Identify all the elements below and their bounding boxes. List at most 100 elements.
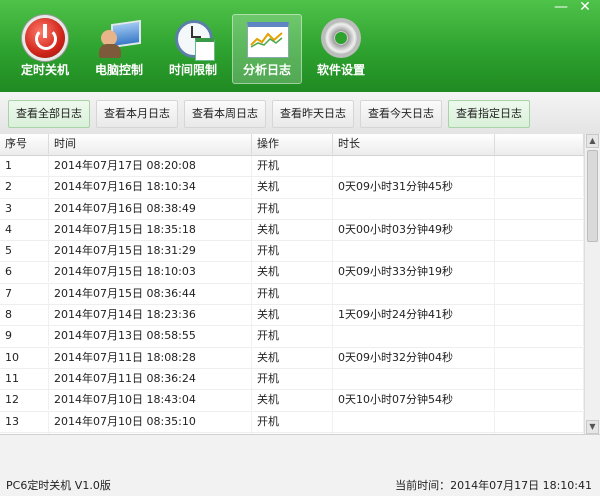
close-button[interactable]: ✕ bbox=[574, 0, 596, 17]
cell-index: 8 bbox=[0, 305, 49, 326]
table-row[interactable]: 3 2014年07月16日 08:38:49 开机 bbox=[0, 198, 584, 220]
status-bar: PC6定时关机 V1.0版 当前时间：2014年07月17日 18:10:41 bbox=[0, 434, 600, 496]
table-row[interactable]: 1 2014年07月17日 08:20:08 开机 bbox=[0, 156, 584, 178]
tab-week-logs[interactable]: 查看本周日志 bbox=[184, 100, 266, 128]
cell-time: 2014年07月10日 08:35:10 bbox=[49, 411, 252, 432]
table-row[interactable]: 10 2014年07月11日 18:08:28 关机 0天09小时32分钟04秒 bbox=[0, 347, 584, 369]
table-row[interactable]: 12 2014年07月10日 18:43:04 关机 0天10小时07分钟54秒 bbox=[0, 390, 584, 412]
cell-index: 13 bbox=[0, 411, 49, 432]
cell-index: 3 bbox=[0, 198, 49, 219]
cell-duration: 1天09小时24分钟41秒 bbox=[333, 305, 495, 326]
cell-time: 2014年07月11日 18:08:28 bbox=[49, 347, 252, 368]
scroll-down-icon[interactable]: ▼ bbox=[586, 420, 599, 434]
cell-empty bbox=[495, 390, 584, 411]
cell-action: 关机 bbox=[252, 219, 333, 240]
computer-control-icon bbox=[99, 18, 141, 58]
tab-specified-logs[interactable]: 查看指定日志 bbox=[448, 100, 530, 128]
cell-action: 关机 bbox=[252, 305, 333, 326]
cell-action: 开机 bbox=[252, 283, 333, 304]
cell-action: 开机 bbox=[252, 326, 333, 347]
cell-empty bbox=[495, 305, 584, 326]
cell-duration: 0天00小时03分钟49秒 bbox=[333, 219, 495, 240]
table-row[interactable]: 5 2014年07月15日 18:31:29 开机 bbox=[0, 241, 584, 263]
cell-duration bbox=[333, 283, 495, 304]
scroll-thumb[interactable] bbox=[587, 150, 598, 242]
column-header-index[interactable]: 序号 bbox=[0, 134, 49, 154]
tool-scheduled-shutdown[interactable]: 定时关机 bbox=[10, 14, 80, 84]
cell-action: 开机 bbox=[252, 411, 333, 432]
cell-duration bbox=[333, 411, 495, 432]
cell-empty bbox=[495, 262, 584, 283]
cell-time: 2014年07月16日 08:38:49 bbox=[49, 198, 252, 219]
cell-index: 11 bbox=[0, 368, 49, 389]
cell-time: 2014年07月13日 08:58:55 bbox=[49, 326, 252, 347]
tool-label: 分析日志 bbox=[242, 63, 291, 77]
cell-duration: 0天09小时32分钟04秒 bbox=[333, 347, 495, 368]
tool-label: 定时关机 bbox=[20, 63, 69, 77]
power-icon bbox=[25, 18, 65, 58]
cell-duration bbox=[333, 241, 495, 262]
cell-action: 开机 bbox=[252, 241, 333, 262]
window-controls: — ✕ bbox=[550, 0, 596, 17]
vertical-scrollbar[interactable]: ▲ ▼ bbox=[584, 134, 600, 434]
table-row[interactable]: 9 2014年07月13日 08:58:55 开机 bbox=[0, 326, 584, 348]
tab-all-logs[interactable]: 查看全部日志 bbox=[8, 100, 90, 128]
table-row[interactable]: 13 2014年07月10日 08:35:10 开机 bbox=[0, 411, 584, 433]
cell-time: 2014年07月15日 18:35:18 bbox=[49, 219, 252, 240]
table-row[interactable]: 11 2014年07月11日 08:36:24 开机 bbox=[0, 368, 584, 391]
tool-label: 电脑控制 bbox=[94, 63, 143, 77]
cell-action: 关机 bbox=[252, 347, 333, 368]
column-header-empty[interactable] bbox=[495, 134, 584, 154]
cell-empty bbox=[495, 368, 584, 389]
cell-empty bbox=[495, 283, 584, 304]
cell-index: 12 bbox=[0, 390, 49, 411]
table-body: 1 2014年07月17日 08:20:08 开机 2 2014年07月16日 18:1… bbox=[0, 156, 584, 434]
cell-index: 6 bbox=[0, 262, 49, 283]
tool-label: 软件设置 bbox=[316, 63, 365, 77]
log-table: 序号 时间 操作 时长 1 2014年07月17日 08:20:08 开机 2 2014… bbox=[0, 134, 600, 434]
table-row[interactable]: 2 2014年07月16日 18:10:34 关机 0天09小时31分钟45秒 bbox=[0, 177, 584, 199]
tab-yesterday-logs[interactable]: 查看昨天日志 bbox=[272, 100, 354, 128]
clock-calendar-icon bbox=[173, 18, 215, 61]
cell-index: 5 bbox=[0, 241, 49, 262]
cell-time: 2014年07月15日 18:31:29 bbox=[49, 241, 252, 262]
column-header-time[interactable]: 时间 bbox=[49, 134, 252, 154]
cell-index: 2 bbox=[0, 177, 49, 198]
tool-time-limit[interactable]: 时间限制 bbox=[158, 14, 228, 84]
table-row[interactable]: 7 2014年07月15日 08:36:44 开机 bbox=[0, 283, 584, 306]
minimize-button[interactable]: — bbox=[550, 0, 572, 17]
table-row[interactable]: 4 2014年07月15日 18:35:18 关机 0天00小时03分钟49秒 bbox=[0, 219, 584, 242]
cell-action: 开机 bbox=[252, 156, 333, 176]
table-row[interactable]: 6 2014年07月15日 18:10:03 关机 0天09小时33分钟19秒 bbox=[0, 262, 584, 284]
cell-time: 2014年07月14日 18:23:36 bbox=[49, 305, 252, 326]
cell-duration: 0天09小时33分钟19秒 bbox=[333, 262, 495, 283]
cell-time: 2014年07月16日 18:10:34 bbox=[49, 177, 252, 198]
app-header: — ✕ 定时关机 电脑控制 时间限制 分析日志 软件设置 bbox=[0, 0, 600, 92]
cell-empty bbox=[495, 241, 584, 262]
cell-empty bbox=[495, 219, 584, 240]
cell-duration bbox=[333, 156, 495, 176]
cell-empty bbox=[495, 156, 584, 176]
column-header-action[interactable]: 操作 bbox=[252, 134, 333, 154]
cell-time: 2014年07月10日 18:43:04 bbox=[49, 390, 252, 411]
tool-analyze-log[interactable]: 分析日志 bbox=[232, 14, 302, 84]
cell-time: 2014年07月15日 08:36:44 bbox=[49, 283, 252, 304]
column-header-duration[interactable]: 时长 bbox=[333, 134, 495, 154]
tab-today-logs[interactable]: 查看今天日志 bbox=[360, 100, 442, 128]
cell-action: 关机 bbox=[252, 177, 333, 198]
cell-duration: 0天10小时07分钟54秒 bbox=[333, 390, 495, 411]
scroll-up-icon[interactable]: ▲ bbox=[586, 134, 599, 148]
cell-duration bbox=[333, 368, 495, 389]
main-toolbar: 定时关机 电脑控制 时间限制 分析日志 软件设置 bbox=[10, 14, 376, 84]
cell-time: 2014年07月17日 08:20:08 bbox=[49, 156, 252, 176]
tab-month-logs[interactable]: 查看本月日志 bbox=[96, 100, 178, 128]
cell-empty bbox=[495, 411, 584, 432]
tool-software-settings[interactable]: 软件设置 bbox=[306, 14, 376, 84]
cell-duration: 0天09小时31分钟45秒 bbox=[333, 177, 495, 198]
log-filter-bar: 查看全部日志 查看本月日志 查看本周日志 查看昨天日志 查看今天日志 查看指定日… bbox=[0, 92, 600, 135]
table-row[interactable]: 8 2014年07月14日 18:23:36 关机 1天09小时24分钟41秒 bbox=[0, 305, 584, 327]
cell-empty bbox=[495, 326, 584, 347]
tool-computer-control[interactable]: 电脑控制 bbox=[84, 14, 154, 84]
cell-time: 2014年07月11日 08:36:24 bbox=[49, 368, 252, 389]
cell-action: 关机 bbox=[252, 390, 333, 411]
